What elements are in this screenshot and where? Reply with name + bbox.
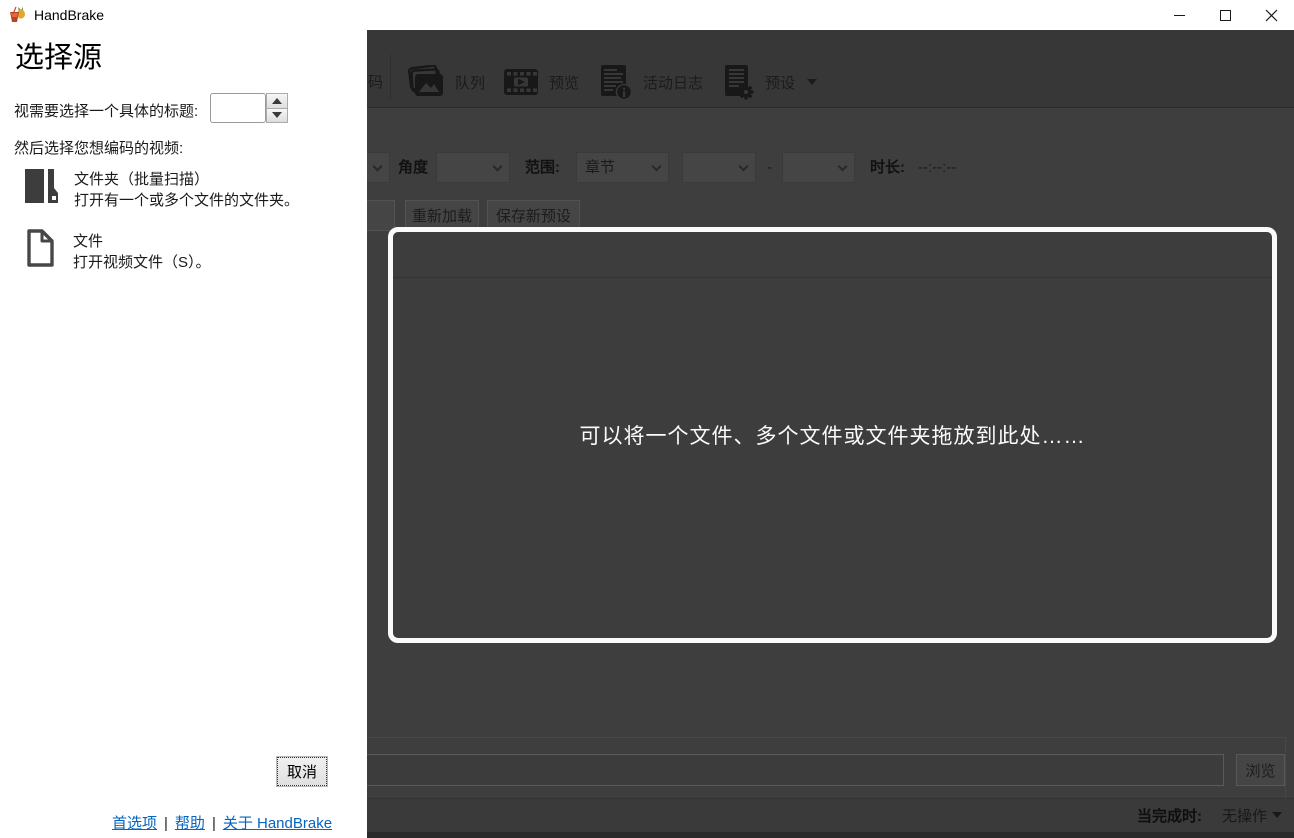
panel-heading: 选择源 bbox=[15, 42, 103, 74]
help-link[interactable]: 帮助 bbox=[175, 815, 205, 832]
panel-footer-links: 首选项 | 帮助 | 关于 HandBrake bbox=[112, 812, 332, 833]
link-separator: | bbox=[211, 815, 216, 832]
handbrake-logo-icon bbox=[8, 6, 26, 24]
preview-button[interactable]: 预览 bbox=[494, 64, 588, 100]
when-done-label: 当完成时: bbox=[1136, 807, 1202, 825]
spinner-up-button[interactable] bbox=[266, 93, 288, 109]
title-spinner-label: 视需要选择一个具体的标题: bbox=[14, 103, 199, 120]
activity-log-icon bbox=[597, 64, 633, 100]
angle-label: 角度 bbox=[398, 159, 429, 176]
queue-button-label: 队列 bbox=[455, 74, 486, 92]
chevron-down-icon bbox=[372, 161, 383, 172]
start-encode-label-partial[interactable]: 码 bbox=[368, 66, 383, 100]
chevron-down-icon bbox=[1272, 812, 1282, 818]
close-icon bbox=[1265, 9, 1277, 21]
choose-video-label: 然后选择您想编码的视频: bbox=[14, 140, 184, 157]
destination-path-input[interactable] bbox=[359, 754, 1224, 786]
maximize-icon bbox=[1219, 9, 1231, 21]
open-folder-title: 文件夹（批量扫描） bbox=[74, 171, 210, 188]
open-folder-option[interactable]: 文件夹（批量扫描） 打开有一个或多个文件的文件夹。 bbox=[22, 166, 299, 211]
title-bar: HandBrake bbox=[0, 0, 1294, 30]
queue-icon bbox=[407, 65, 445, 99]
title-spinner bbox=[266, 93, 288, 123]
activity-log-button-label: 活动日志 bbox=[643, 74, 704, 92]
arrow-up-icon bbox=[272, 97, 282, 104]
duration-label: 时长: bbox=[870, 159, 905, 176]
duration-value: --:--:-- bbox=[918, 159, 957, 176]
when-done-dropdown[interactable]: 无操作 bbox=[1222, 805, 1282, 826]
drop-zone[interactable]: 可以将一个文件、多个文件或文件夹拖放到此处…… bbox=[388, 227, 1277, 643]
browse-button[interactable]: 浏览 bbox=[1236, 754, 1285, 786]
about-link[interactable]: 关于 HandBrake bbox=[223, 815, 332, 832]
range-to-select[interactable] bbox=[782, 152, 855, 183]
chevron-down-icon bbox=[738, 161, 749, 172]
activity-log-button[interactable]: 活动日志 bbox=[588, 64, 712, 100]
presets-icon bbox=[721, 64, 755, 100]
chevron-down-icon bbox=[492, 161, 503, 172]
drop-zone-divider bbox=[393, 277, 1272, 278]
chevron-down-icon bbox=[837, 161, 848, 172]
status-bar: 当完成时: 无操作 bbox=[367, 798, 1294, 838]
window-controls bbox=[1156, 0, 1294, 30]
preferences-link[interactable]: 首选项 bbox=[112, 815, 157, 832]
range-type-select[interactable]: 章节 bbox=[576, 152, 669, 183]
maximize-button[interactable] bbox=[1202, 0, 1248, 30]
presets-caret-icon bbox=[807, 79, 818, 85]
open-file-option[interactable]: 文件 打开视频文件（S）。 bbox=[22, 228, 211, 273]
presets-button[interactable]: 预设 bbox=[712, 64, 826, 100]
source-settings-row: 角度 范围: 章节 - 时长: --:--:-- bbox=[315, 152, 1294, 183]
open-file-title: 文件 bbox=[73, 233, 104, 250]
angle-select[interactable] bbox=[436, 152, 510, 183]
toolbar: 码 队列 预览 活动日志 预设 bbox=[367, 30, 1294, 108]
main-window: 码 队列 预览 活动日志 预设 角度 范围: 章节 - 时长: --:--:--… bbox=[315, 30, 1294, 838]
queue-button[interactable]: 队列 bbox=[398, 64, 494, 100]
spinner-down-button[interactable] bbox=[266, 108, 288, 123]
arrow-down-icon bbox=[272, 112, 282, 119]
link-separator: | bbox=[164, 815, 168, 832]
chevron-down-icon bbox=[651, 161, 662, 172]
when-done-value: 无操作 bbox=[1221, 807, 1267, 825]
close-button[interactable] bbox=[1248, 0, 1294, 30]
file-icon bbox=[22, 228, 59, 273]
window-title: HandBrake bbox=[34, 7, 105, 23]
folder-batch-icon bbox=[22, 166, 60, 211]
range-separator: - bbox=[767, 159, 772, 176]
open-folder-desc: 打开有一个或多个文件的文件夹。 bbox=[74, 192, 300, 209]
preview-icon bbox=[503, 66, 539, 98]
preview-button-label: 预览 bbox=[549, 74, 580, 92]
cancel-button[interactable]: 取消 bbox=[277, 757, 327, 786]
title-number-input[interactable] bbox=[210, 93, 266, 123]
source-selection-panel: 选择源 视需要选择一个具体的标题: 然后选择您想编码的视频: 文件夹（批量扫描）… bbox=[0, 30, 367, 838]
minimize-icon bbox=[1173, 14, 1185, 16]
drop-zone-message: 可以将一个文件、多个文件或文件夹拖放到此处…… bbox=[579, 425, 1086, 448]
minimize-button[interactable] bbox=[1156, 0, 1202, 30]
range-from-select[interactable] bbox=[682, 152, 756, 183]
range-label: 范围: bbox=[525, 159, 560, 176]
open-file-desc: 打开视频文件（S）。 bbox=[73, 254, 211, 271]
toolbar-separator bbox=[390, 54, 392, 100]
presets-button-label: 预设 bbox=[765, 74, 796, 92]
destination-group: 浏览 bbox=[359, 737, 1286, 798]
